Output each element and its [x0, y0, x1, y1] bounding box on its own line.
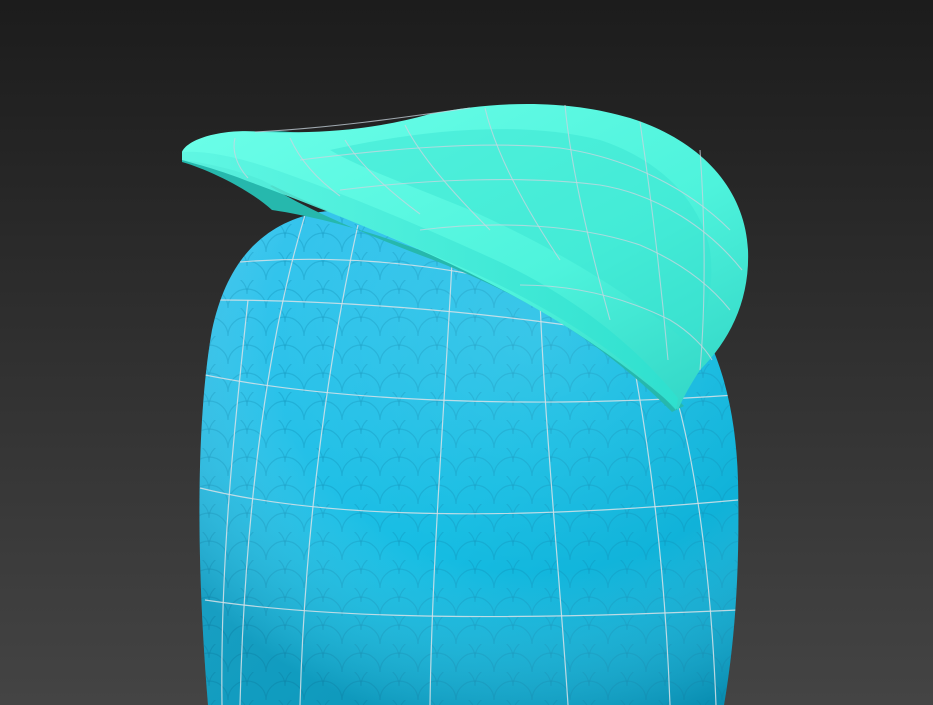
- 3d-viewport[interactable]: [0, 0, 933, 705]
- viewport-scene[interactable]: [0, 0, 933, 705]
